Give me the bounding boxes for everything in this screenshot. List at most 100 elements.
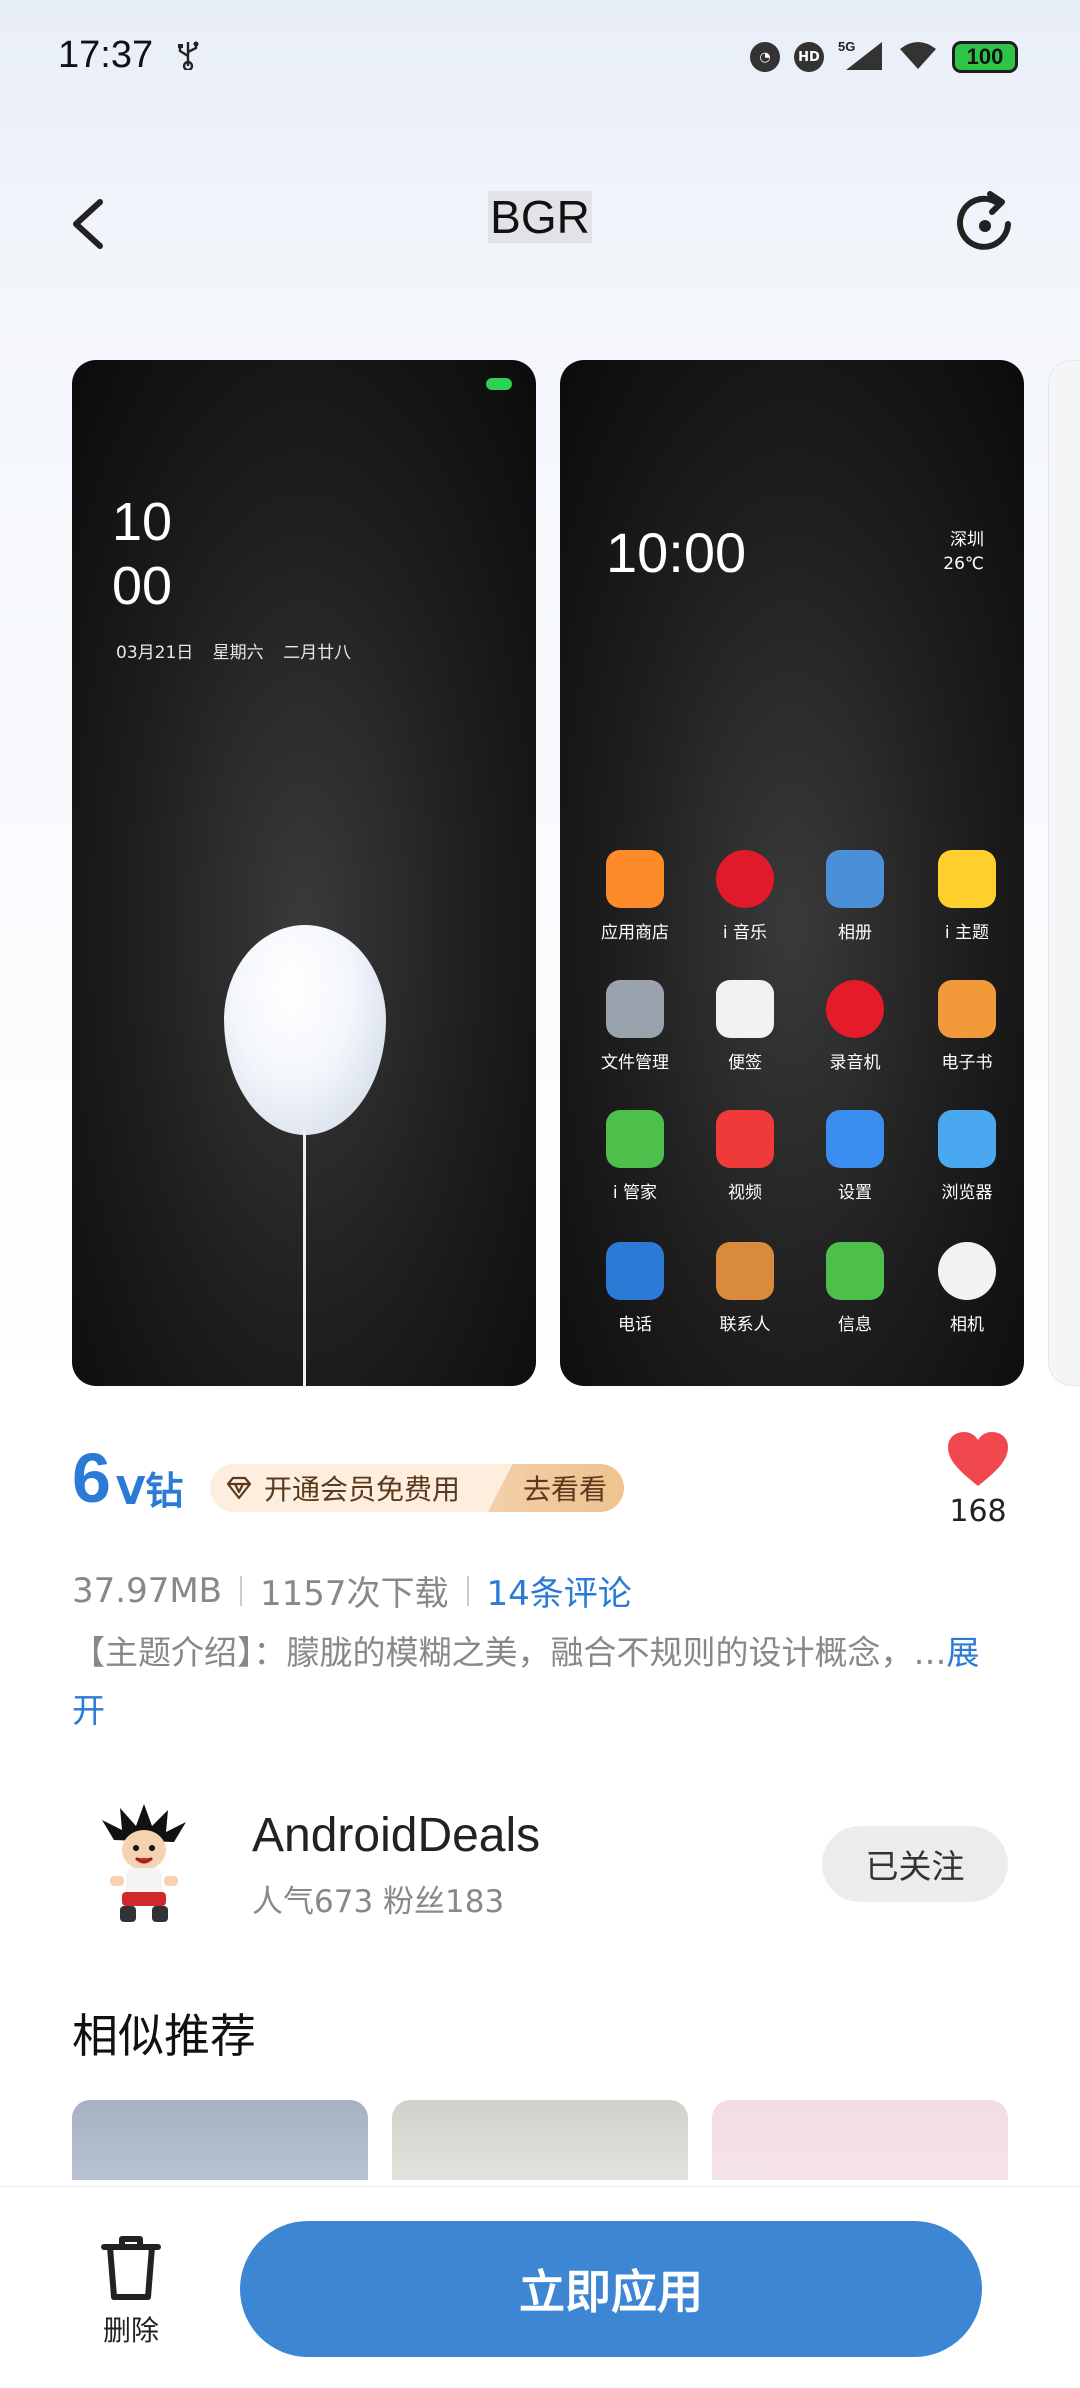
hd-icon: HD <box>794 42 824 72</box>
app-label: 相机 <box>950 1315 984 1335</box>
app-icon <box>826 1110 884 1168</box>
app-icon <box>826 850 884 908</box>
app-label: 电话 <box>618 1315 652 1335</box>
author-name[interactable]: AndroidDeals <box>252 1808 540 1863</box>
page-title-text: BGR <box>488 191 592 243</box>
app-shortcut: i 主题 <box>912 850 1022 943</box>
app-label: 录音机 <box>829 1053 881 1073</box>
status-time: 17:37 <box>58 34 154 76</box>
app-shortcut: 录音机 <box>800 980 910 1073</box>
app-icon <box>716 1110 774 1168</box>
description-text: 【主题介绍】：朦胧的模糊之美，融合不规则的设计概念，… <box>72 1633 947 1672</box>
similar-theme-card[interactable] <box>712 2100 1008 2180</box>
app-label: 信息 <box>838 1315 872 1335</box>
page-title: BGR <box>0 190 1080 244</box>
app-shortcut: i 音乐 <box>690 850 800 943</box>
app-icon <box>938 980 996 1038</box>
app-shortcut: 相册 <box>800 850 910 943</box>
balloon-string <box>303 1130 306 1386</box>
similar-section-title: 相似推荐 <box>72 2009 256 2063</box>
follow-button[interactable]: 已关注 <box>822 1826 1008 1902</box>
svg-text:5G: 5G <box>838 39 855 54</box>
delete-button[interactable] <box>100 2235 162 2301</box>
app-shortcut: 电子书 <box>912 980 1022 1073</box>
app-icon <box>826 1242 884 1300</box>
theme-description: 【主题介绍】：朦胧的模糊之美，融合不规则的设计概念，…展 <box>72 1624 1080 1682</box>
weather-city: 深圳 <box>950 530 984 550</box>
app-icon <box>938 1242 996 1300</box>
diamond-icon <box>226 1476 252 1500</box>
like-button[interactable] <box>946 1430 1010 1488</box>
app-label: 相册 <box>838 923 872 943</box>
divider <box>466 1575 469 1606</box>
app-label: 应用商店 <box>601 923 669 943</box>
status-bar: 17:37 ◔ HD 5G 100 <box>0 0 1080 120</box>
app-shortcut: 相机 <box>912 1242 1022 1335</box>
app-label: 视频 <box>728 1183 762 1203</box>
app-shortcut: 电话 <box>580 1242 690 1335</box>
app-icon <box>716 850 774 908</box>
top-nav: BGR <box>0 170 1080 280</box>
app-icon <box>606 1242 664 1300</box>
bottom-action-bar: 删除 立即应用 <box>0 2186 1080 2388</box>
app-shortcut: 视频 <box>690 1110 800 1203</box>
app-label: i 管家 <box>612 1183 658 1203</box>
comments-link[interactable]: 14条评论 <box>487 1566 632 1615</box>
vip-text: 开通会员免费用 <box>264 1473 461 1506</box>
theme-previews[interactable]: 10 00 03月21日 星期六 二月廿八 10:00 深圳 26℃ 应用商店 i… <box>72 360 1080 1386</box>
like-count: 168 <box>949 1494 1007 1529</box>
app-icon <box>938 1110 996 1168</box>
refresh-button[interactable] <box>950 188 1020 258</box>
weather-widget: 深圳 26℃ <box>943 528 984 576</box>
app-icon <box>716 980 774 1038</box>
indicator-pill <box>486 378 512 390</box>
divider <box>240 1575 242 1606</box>
theme-meta: 37.97MB 1157次下载 14条评论 <box>72 1566 632 1615</box>
app-shortcut: 设置 <box>800 1110 910 1203</box>
apply-button[interactable]: 立即应用 <box>240 2221 982 2357</box>
app-label: i 音乐 <box>722 923 768 943</box>
price-unit: V钻 <box>116 1469 184 1513</box>
status-icons: ◔ HD 5G 100 <box>750 38 1018 76</box>
app-label: 文件管理 <box>601 1053 669 1073</box>
app-shortcut: i 管家 <box>580 1110 690 1203</box>
vip-banner[interactable]: 开通会员免费用 去看看 <box>210 1464 624 1512</box>
homescreen-preview[interactable]: 10:00 深圳 26℃ 应用商店 i 音乐 相册 i 主题文件管理 便签 录音机 电子书 i… <box>560 360 1024 1386</box>
expand-link[interactable]: 展 <box>947 1633 980 1672</box>
similar-theme-card[interactable] <box>72 2100 368 2180</box>
lockscreen-preview[interactable]: 10 00 03月21日 星期六 二月廿八 <box>72 360 536 1386</box>
app-label: 设置 <box>838 1183 872 1203</box>
price-amount: 6 <box>72 1439 111 1517</box>
file-size: 37.97MB <box>72 1570 222 1611</box>
weather-temp: 26℃ <box>943 554 984 574</box>
trash-icon <box>101 2236 161 2300</box>
5g-signal-icon: 5G <box>838 38 884 76</box>
app-icon <box>606 1110 664 1168</box>
author-stats: 人气673 粉丝183 <box>252 1884 505 1920</box>
next-preview-peek[interactable] <box>1048 360 1080 1386</box>
app-icon <box>826 980 884 1038</box>
app-shortcut: 便签 <box>690 980 800 1073</box>
download-count: 1157次下载 <box>260 1574 449 1614</box>
app-icon <box>606 980 664 1038</box>
app-shortcut: 应用商店 <box>580 850 690 943</box>
usb-icon <box>176 40 200 74</box>
vip-go-button[interactable]: 去看看 <box>488 1464 624 1512</box>
nfc-icon: ◔ <box>750 42 780 72</box>
app-icon <box>938 850 996 908</box>
lock-clock: 10 00 <box>112 490 172 618</box>
avatar[interactable] <box>92 1800 196 1930</box>
app-shortcut: 浏览器 <box>912 1110 1022 1203</box>
home-clock: 10:00 <box>606 521 747 584</box>
app-shortcut: 文件管理 <box>580 980 690 1073</box>
battery-indicator: 100 <box>952 41 1018 73</box>
app-label: 便签 <box>728 1053 762 1073</box>
lock-clock-hours: 10 <box>112 492 173 552</box>
expand-link-continued[interactable]: 开 <box>72 1682 105 1740</box>
lock-date: 03月21日 星期六 二月廿八 <box>116 643 352 663</box>
balloon-image <box>224 925 386 1135</box>
app-shortcut: 联系人 <box>690 1242 800 1335</box>
app-icon <box>606 850 664 908</box>
similar-theme-card[interactable] <box>392 2100 688 2180</box>
delete-label[interactable]: 删除 <box>70 2309 192 2349</box>
